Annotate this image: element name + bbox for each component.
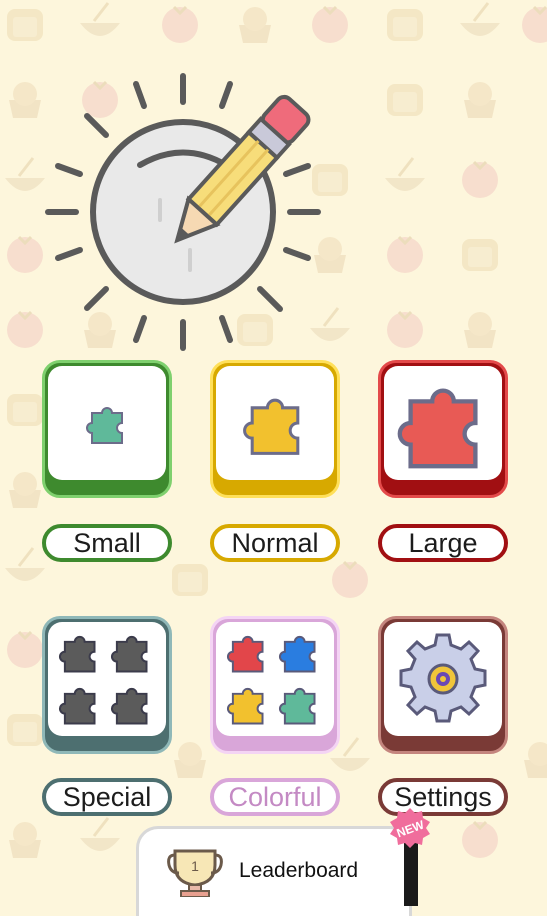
normal-puzzle-icon [243, 398, 300, 455]
gear-icon [399, 633, 487, 723]
colorful-label-text: Colorful [228, 781, 322, 812]
large-label-text: Large [408, 527, 478, 558]
special-mode-face [48, 622, 166, 736]
normal-mode-button[interactable] [210, 360, 340, 498]
large-mode-face [384, 366, 502, 480]
settings-label[interactable]: Settings [378, 778, 508, 816]
small-mode-button[interactable] [42, 360, 172, 498]
colorful-label[interactable]: Colorful [210, 778, 340, 816]
settings-label-text: Settings [394, 781, 492, 812]
small-label-text: Small [73, 527, 141, 558]
small-puzzle-icon [86, 407, 123, 444]
trophy-icon: 1 [167, 849, 223, 897]
colorful-mode-button[interactable] [210, 616, 340, 754]
special-label[interactable]: Special [42, 778, 172, 816]
special-puzzles-icon [59, 635, 148, 725]
app-logo [45, 73, 321, 351]
normal-label[interactable]: Normal [210, 524, 340, 562]
settings-face [384, 622, 502, 736]
special-mode-button[interactable] [42, 616, 172, 754]
large-mode-button[interactable] [378, 360, 508, 498]
special-label-text: Special [62, 781, 152, 812]
colorful-mode-face [216, 622, 334, 736]
settings-button[interactable] [378, 616, 508, 754]
normal-label-text: Normal [231, 527, 319, 558]
large-label[interactable]: Large [378, 524, 508, 562]
new-badge: NEW [390, 808, 430, 848]
large-puzzle-icon [397, 388, 478, 469]
small-label[interactable]: Small [42, 524, 172, 562]
colorful-puzzles-icon [227, 635, 316, 725]
trophy-rank: 1 [191, 858, 199, 874]
small-mode-face [48, 366, 166, 480]
normal-mode-face [216, 366, 334, 480]
leaderboard-button[interactable]: 1 Leaderboard [136, 826, 412, 916]
leaderboard-label: Leaderboard [239, 859, 359, 882]
